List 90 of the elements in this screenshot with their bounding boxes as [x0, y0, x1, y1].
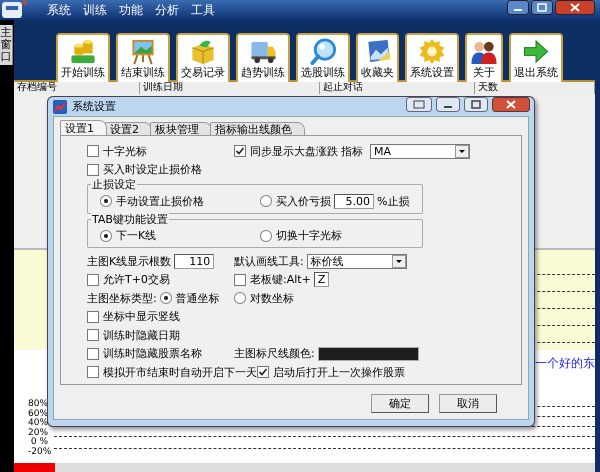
caret-icon[interactable]	[455, 144, 469, 158]
toolbar-button[interactable]: 退出系统	[509, 33, 563, 83]
menu-item[interactable]: 分析	[154, 2, 180, 18]
magnifier-icon	[309, 38, 337, 65]
checkbox-label[interactable]: 老板键:Alt+	[250, 272, 311, 288]
field-label: 主图K线显示根数	[87, 254, 172, 269]
minimize-icon[interactable]	[436, 97, 460, 112]
dialog-button[interactable]: 取消	[439, 394, 497, 413]
axis-label: 60%	[28, 410, 48, 418]
radio-label[interactable]: 买入价亏损	[276, 194, 331, 209]
field-label: 主图坐标类型:	[87, 290, 157, 306]
checkbox-label[interactable]: 十字光标	[103, 144, 147, 159]
menu-item[interactable]: 工具	[190, 2, 216, 18]
axis-label: 20%	[28, 428, 48, 438]
toolbar-button[interactable]: 结束训练	[116, 33, 170, 83]
radio-label[interactable]: 对数坐标	[250, 290, 294, 306]
checkbox[interactable]	[257, 366, 269, 378]
radio-button[interactable]	[260, 195, 272, 208]
axis-label: 80%	[28, 400, 48, 409]
toolbar-button[interactable]: 开始训练	[56, 33, 110, 83]
arrow-icon	[522, 38, 550, 65]
checkbox-label[interactable]: 训练时隐藏股票名称	[103, 346, 202, 362]
radio-button[interactable]	[160, 292, 172, 304]
maximize-icon[interactable]	[464, 97, 488, 112]
toolbar-button[interactable]: 收藏夹	[356, 33, 399, 83]
radio-button[interactable]	[100, 195, 112, 208]
checkbox-label[interactable]: 启动后打开上一次操作股票	[273, 364, 405, 380]
checkbox-label[interactable]: 允许T+0交易	[103, 272, 170, 288]
toolbar-button[interactable]: 系统设置	[405, 33, 459, 83]
menu-item[interactable]: 功能	[118, 2, 144, 18]
maximize-icon[interactable]	[531, 0, 553, 15]
radio-button[interactable]	[100, 230, 112, 242]
axis-label: 0 %	[30, 438, 48, 447]
input-field[interactable]: 5.00	[334, 194, 374, 209]
group-title: TAB键功能设置	[91, 212, 169, 226]
input-field[interactable]: Z	[314, 272, 330, 288]
close-icon[interactable]	[492, 97, 530, 112]
settings-icon	[418, 38, 446, 65]
radio-label[interactable]: 下一K线	[116, 228, 156, 244]
side-tab[interactable]: 主窗口	[0, 25, 13, 66]
app-icon	[53, 100, 67, 114]
toolbar-button[interactable]: 交易记录	[176, 33, 230, 83]
menu-item[interactable]: 训练	[82, 2, 108, 18]
group-title: 止损设定	[91, 177, 137, 192]
toolbar-button[interactable]: 趋势训练	[236, 33, 290, 83]
field-label: %止损	[377, 194, 410, 209]
dropdown[interactable]: 标价线	[306, 254, 407, 269]
radio-button[interactable]	[260, 230, 272, 242]
checkbox-label[interactable]: 同步显示大盘涨跌	[250, 144, 338, 159]
dropdown[interactable]: MA	[370, 144, 470, 159]
tab[interactable]: 板块管理	[150, 122, 212, 135]
checkbox[interactable]	[87, 366, 99, 378]
checkbox[interactable]	[234, 145, 246, 158]
checkbox[interactable]	[87, 348, 99, 360]
color-swatch[interactable]	[318, 346, 419, 361]
toolbar-button[interactable]: 关于	[465, 33, 503, 83]
radio-button[interactable]	[234, 292, 246, 304]
field-label: 主图标尺线颜色:	[234, 346, 315, 362]
checkbox[interactable]	[87, 329, 99, 342]
window-title: 系统设置	[72, 99, 116, 114]
dialog-button[interactable]: 确定	[371, 394, 429, 413]
close-icon[interactable]	[555, 0, 595, 15]
tab[interactable]: 设置2	[105, 122, 152, 135]
radio-label[interactable]: 手动设置止损价格	[116, 194, 204, 209]
field-label: 指标	[341, 144, 363, 159]
input-field[interactable]: 110	[174, 254, 214, 269]
radio-label[interactable]: 普通坐标	[176, 290, 220, 306]
dropdown-value: MA	[374, 144, 392, 158]
checkbox-label[interactable]: 训练时隐藏日期	[103, 328, 180, 343]
checkbox[interactable]	[87, 145, 99, 158]
caret-icon[interactable]	[392, 254, 406, 268]
notice-text: 一个好的东	[535, 355, 595, 372]
menu-item[interactable]: 系统	[46, 2, 72, 18]
checkbox[interactable]	[87, 310, 99, 323]
tab[interactable]: 设置1	[60, 120, 107, 135]
checkbox[interactable]	[87, 164, 99, 176]
coins-icon	[69, 38, 97, 65]
tab[interactable]: 指标输出线颜色	[210, 122, 305, 135]
window-icon[interactable]	[406, 97, 432, 112]
checkbox[interactable]	[87, 274, 99, 286]
checkbox-label[interactable]: 模拟开市结束时自动开启下一天	[103, 364, 257, 380]
checkbox-label[interactable]: 买入时设定止损价格	[103, 162, 202, 178]
checkbox-label[interactable]: 坐标中显示竖线	[103, 309, 180, 324]
dropdown-value: 标价线	[310, 254, 344, 269]
axis-label: 40%	[28, 419, 48, 428]
minimize-icon[interactable]	[507, 0, 529, 15]
radio-label[interactable]: 切换十字光标	[276, 228, 342, 244]
field-label: 默认画线工具:	[234, 254, 304, 269]
checkbox[interactable]	[234, 274, 246, 286]
toolbar-button[interactable]: 选股训练	[296, 33, 350, 83]
